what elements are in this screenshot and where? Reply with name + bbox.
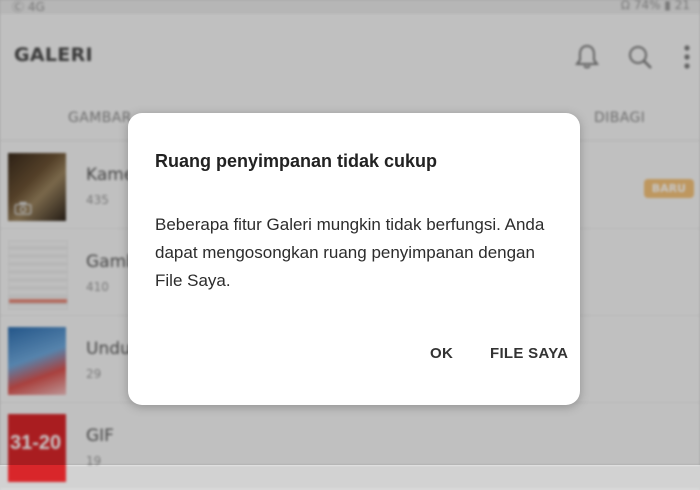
storage-warning-dialog: Ruang penyimpanan tidak cukup Beberapa f… <box>128 113 580 405</box>
ok-button[interactable]: OK <box>430 345 453 362</box>
my-files-button[interactable]: FILE SAYA <box>490 345 568 362</box>
dialog-title: Ruang penyimpanan tidak cukup <box>155 151 438 171</box>
dialog-message: Beberapa fitur Galeri mungkin tidak berf… <box>155 215 545 290</box>
